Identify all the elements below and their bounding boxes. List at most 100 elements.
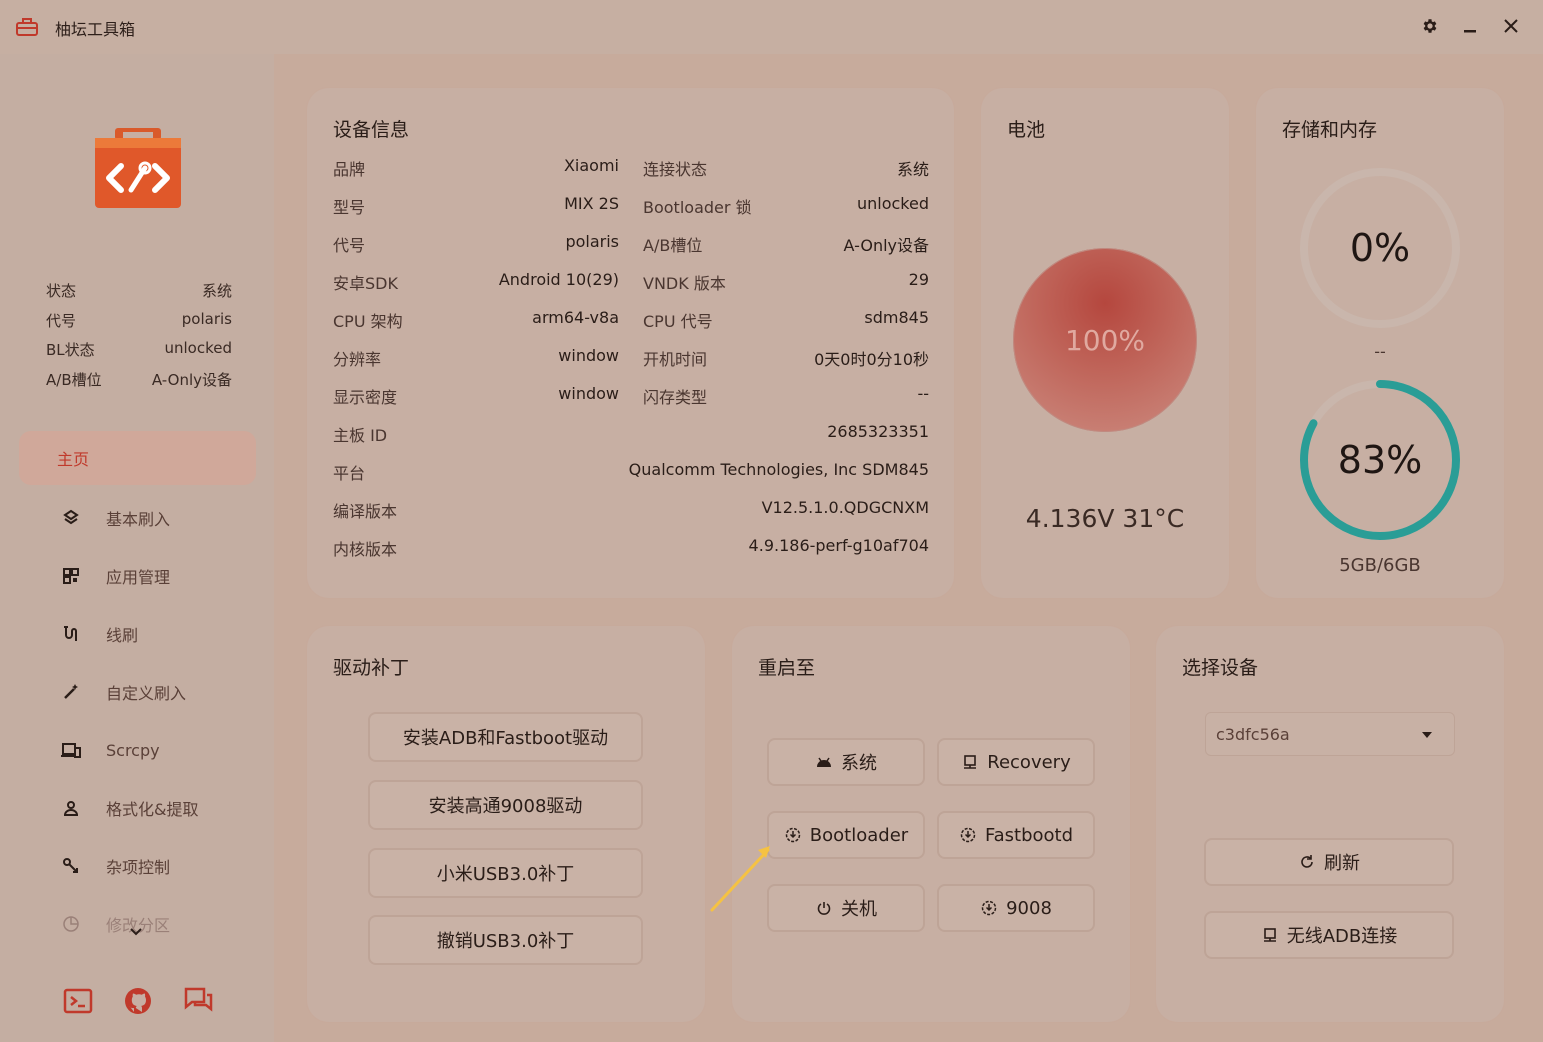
info-key: 分辨率	[333, 350, 382, 369]
info-row: 平台 Qualcomm Technologies, Inc SDM845	[333, 460, 929, 498]
button-label: 安装高通9008驱动	[428, 796, 583, 817]
wireless-adb-button[interactable]: 无线ADB连接	[1204, 911, 1454, 959]
storage-detail: --	[1374, 342, 1386, 361]
info-value: window	[558, 346, 619, 365]
sidebar-item-scrcpy[interactable]: Scrcpy	[19, 721, 256, 779]
reboot-bootloader-button[interactable]: Bootloader	[767, 811, 925, 859]
minimize-icon[interactable]	[1458, 14, 1482, 38]
pie-icon	[61, 914, 81, 934]
install-qualcomm-9008-driver-button[interactable]: 安装高通9008驱动	[368, 780, 643, 830]
reboot-system-button[interactable]: 系统	[767, 738, 925, 786]
info-key: CPU 架构	[333, 312, 403, 331]
button-label: Bootloader	[809, 824, 909, 846]
refresh-button[interactable]: 刷新	[1204, 838, 1454, 886]
device-info-left: 品牌 Xiaomi 型号 MIX 2S 代号 polaris 安卓SDK Android…	[333, 156, 619, 422]
card-title: 驱动补丁	[333, 657, 410, 679]
reboot-fastbootd-button[interactable]: Fastbootd	[937, 811, 1095, 859]
card-title: 设备信息	[333, 119, 410, 141]
status-value: A-Only设备	[151, 370, 232, 389]
status-value: unlocked	[164, 339, 232, 357]
close-icon[interactable]	[1499, 14, 1523, 38]
cable-icon	[61, 624, 81, 644]
xiaomi-usb3-patch-button[interactable]: 小米USB3.0补丁	[368, 848, 643, 898]
sidebar-item-partition[interactable]: 修改分区	[19, 895, 256, 953]
info-key: 主板 ID	[333, 426, 388, 445]
info-row: 安卓SDK Android 10(29)	[333, 270, 619, 308]
sidebar-item-label: 自定义刷入	[106, 684, 187, 703]
info-row: 编译版本 V12.5.1.0.QDGCNXM	[333, 498, 929, 536]
power-off-button[interactable]: 关机	[767, 884, 925, 932]
toolbox-icon	[16, 18, 38, 36]
info-key: 开机时间	[643, 350, 708, 369]
info-key: 内核版本	[333, 540, 398, 559]
app-title: 柚坛工具箱	[55, 20, 136, 39]
chat-icon[interactable]	[183, 986, 213, 1016]
info-value: 29	[908, 270, 929, 289]
battery-voltage-temp: 4.136V 31°C	[1025, 504, 1185, 533]
memory-ring: 83%	[1296, 376, 1464, 544]
revert-usb3-patch-button[interactable]: 撤销USB3.0补丁	[368, 915, 643, 965]
wand-icon	[61, 682, 81, 702]
battery-percent: 100%	[1064, 323, 1146, 357]
status-value: polaris	[181, 309, 232, 328]
chevron-down-icon[interactable]	[128, 926, 144, 938]
button-label: 刷新	[1324, 853, 1360, 874]
info-value: V12.5.1.0.QDGCNXM	[761, 498, 929, 517]
sidebar-item-app-manager[interactable]: 应用管理	[19, 547, 256, 605]
sidebar-item-custom-flash[interactable]: 自定义刷入	[19, 663, 256, 721]
refresh-icon	[1298, 853, 1316, 871]
battery-gauge: 100%	[1013, 248, 1197, 432]
button-label: 安装ADB和Fastboot驱动	[402, 728, 609, 749]
info-key: VNDK 版本	[643, 274, 726, 293]
info-row: 闪存类型 --	[643, 384, 929, 422]
sidebar-item-basic-flash[interactable]: 基本刷入	[19, 489, 256, 547]
github-icon[interactable]	[123, 986, 153, 1016]
info-row: 代号 polaris	[333, 232, 619, 270]
info-row: VNDK 版本 29	[643, 270, 929, 308]
install-adb-fastboot-driver-button[interactable]: 安装ADB和Fastboot驱动	[368, 712, 643, 762]
info-row: 开机时间 0天0时0分10秒	[643, 346, 929, 384]
sidebar-item-label: 主页	[57, 450, 90, 469]
caret-down-icon	[1422, 732, 1432, 738]
reboot-9008-button[interactable]: 9008	[937, 884, 1095, 932]
flash-icon	[61, 508, 81, 528]
info-value: polaris	[565, 232, 619, 251]
sidebar-item-line-flash[interactable]: 线刷	[19, 605, 256, 663]
button-label: 撤销USB3.0补丁	[436, 931, 575, 952]
info-row: 连接状态 系统	[643, 156, 929, 194]
sidebar-footer	[63, 986, 213, 1016]
info-row: A/B槽位 A-Only设备	[643, 232, 929, 270]
device-dropdown[interactable]: c3dfc56a	[1205, 712, 1455, 756]
status-label: BL状态	[46, 341, 95, 359]
info-row: 主板 ID 2685323351	[333, 422, 929, 460]
download-circle-icon	[959, 826, 977, 844]
info-row: CPU 架构 arm64-v8a	[333, 308, 619, 346]
sidebar-item-label: 基本刷入	[106, 510, 171, 529]
button-label: 关机	[841, 899, 877, 920]
info-row: 品牌 Xiaomi	[333, 156, 619, 194]
reboot-card: 重启至 系统 Recovery Bootloader Fastbootd 关机 …	[732, 626, 1130, 1022]
info-value: 0天0时0分10秒	[814, 350, 929, 369]
sidebar-item-home[interactable]: 主页	[19, 431, 256, 485]
sidebar-item-format-extract[interactable]: 格式化&提取	[19, 779, 256, 837]
device-dropdown-value: c3dfc56a	[1216, 724, 1290, 744]
info-value: Xiaomi	[563, 156, 619, 175]
devices-icon	[61, 740, 81, 760]
sidebar-item-label: Scrcpy	[106, 740, 160, 760]
memory-percent: 83%	[1337, 438, 1423, 482]
status-value: 系统	[201, 282, 232, 300]
gear-icon[interactable]	[1418, 14, 1442, 38]
button-label: 小米USB3.0补丁	[436, 864, 575, 885]
device-status-summary: 状态 系统 代号 polaris BL状态 unlocked A/B槽位 A-O…	[46, 280, 232, 398]
card-title: 重启至	[758, 657, 816, 679]
sidebar-item-misc-control[interactable]: 杂项控制	[19, 837, 256, 895]
info-key: 显示密度	[333, 388, 398, 407]
info-key: 编译版本	[333, 502, 398, 521]
info-value: Android 10(29)	[498, 270, 619, 289]
download-circle-icon	[784, 826, 802, 844]
android-icon	[815, 753, 833, 771]
info-row: Bootloader 锁 unlocked	[643, 194, 929, 232]
reboot-recovery-button[interactable]: Recovery	[937, 738, 1095, 786]
terminal-icon[interactable]	[63, 986, 93, 1016]
monitor-icon	[961, 753, 979, 771]
